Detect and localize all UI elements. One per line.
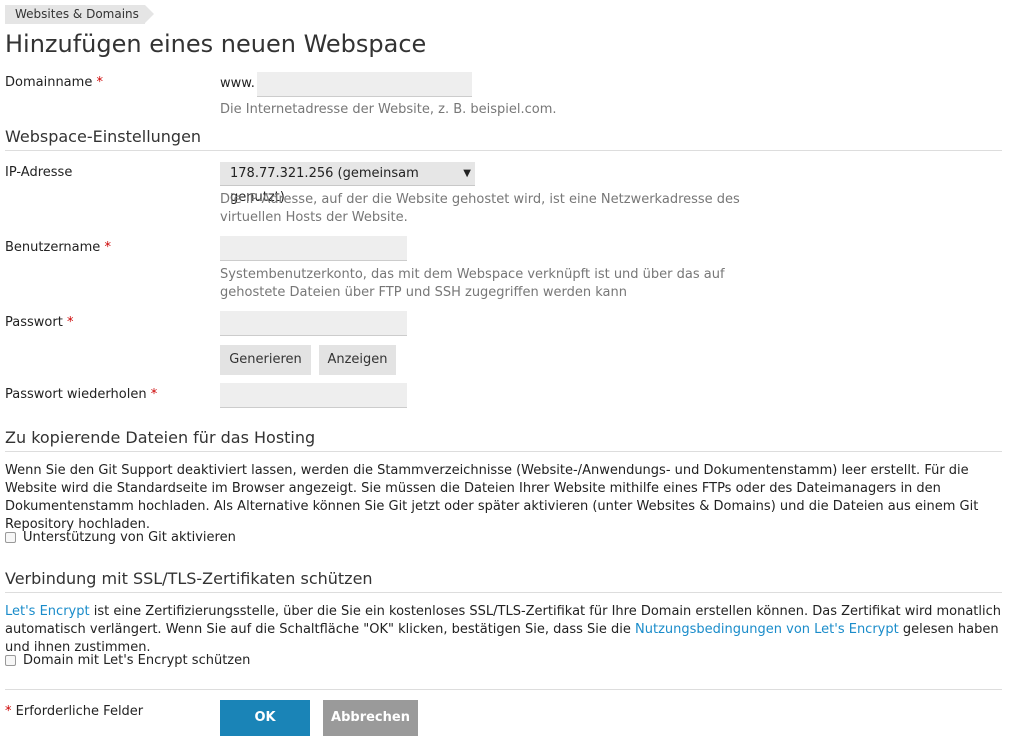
lets-encrypt-checkbox[interactable]: [5, 655, 16, 666]
password-repeat-label-text: Passwort wiederholen: [5, 387, 147, 402]
required-mark: *: [66, 315, 74, 330]
git-checkbox-row[interactable]: Unterstützung von Git aktivieren: [5, 530, 236, 545]
domain-label: Domainname *: [5, 75, 103, 90]
ip-hint-line2: virtuellen Hosts der Website.: [220, 210, 408, 225]
ip-label: IP-Adresse: [5, 165, 73, 180]
git-checkbox[interactable]: [5, 532, 16, 543]
required-fields-note: * Erforderliche Felder: [5, 704, 143, 719]
www-prefix: www.: [220, 76, 255, 91]
cancel-button[interactable]: Abbrechen: [323, 700, 418, 736]
git-checkbox-label[interactable]: Unterstützung von Git aktivieren: [23, 530, 236, 545]
username-hint: Systembenutzerkonto, das mit dem Webspac…: [220, 266, 725, 302]
username-label: Benutzername *: [5, 240, 111, 255]
required-fields-text: Erforderliche Felder: [15, 704, 144, 719]
domain-label-text: Domainname: [5, 75, 93, 90]
section-webspace-settings: Webspace-Einstellungen: [5, 127, 1002, 151]
chevron-down-icon: ▼: [463, 168, 471, 179]
ssl-description: Let's Encrypt ist eine Zertifizierungsst…: [5, 603, 1005, 657]
show-password-button[interactable]: Anzeigen: [319, 345, 396, 375]
terms-link[interactable]: Nutzungsbedingungen von Let's Encrypt: [635, 622, 899, 637]
ip-address-select[interactable]: 178.77.321.256 (gemeinsam genutzt) ▼: [220, 162, 475, 205]
footer-divider: [5, 689, 1002, 690]
git-description: Wenn Sie den Git Support deaktiviert las…: [5, 463, 979, 532]
lets-encrypt-checkbox-label[interactable]: Domain mit Let's Encrypt schützen: [23, 653, 250, 668]
password-repeat-label: Passwort wiederholen *: [5, 387, 157, 402]
required-mark: *: [96, 75, 103, 90]
password-repeat-input[interactable]: [220, 383, 407, 408]
ip-hint-line1: Die IP-Adresse, auf der die Website geho…: [220, 192, 740, 207]
password-label-text: Passwort: [5, 315, 63, 330]
username-label-text: Benutzername: [5, 240, 101, 255]
domain-name-input[interactable]: [257, 72, 472, 97]
username-hint-line1: Systembenutzerkonto, das mit dem Webspac…: [220, 267, 725, 282]
username-input[interactable]: [220, 236, 407, 261]
section-hosting-files: Zu kopierende Dateien für das Hosting: [5, 428, 1002, 452]
section-ssl: Verbindung mit SSL/TLS-Zertifikaten schü…: [5, 569, 1002, 593]
generate-password-button[interactable]: Generieren: [220, 345, 311, 375]
breadcrumb[interactable]: Websites & Domains: [5, 5, 154, 24]
ssl-checkbox-row[interactable]: Domain mit Let's Encrypt schützen: [5, 653, 250, 668]
page-title: Hinzufügen eines neuen Webspace: [5, 30, 427, 58]
required-mark: *: [5, 704, 12, 719]
password-label: Passwort *: [5, 315, 73, 330]
ok-button[interactable]: OK: [220, 700, 310, 736]
lets-encrypt-link[interactable]: Let's Encrypt: [5, 604, 90, 619]
required-mark: *: [104, 240, 111, 255]
username-hint-line2: gehostete Dateien über FTP und SSH zugeg…: [220, 285, 627, 300]
password-input[interactable]: [220, 311, 407, 336]
domain-hint: Die Internetadresse der Website, z. B. b…: [220, 102, 557, 117]
ip-hint: Die IP-Adresse, auf der die Website geho…: [220, 191, 740, 227]
required-mark: *: [150, 387, 158, 402]
